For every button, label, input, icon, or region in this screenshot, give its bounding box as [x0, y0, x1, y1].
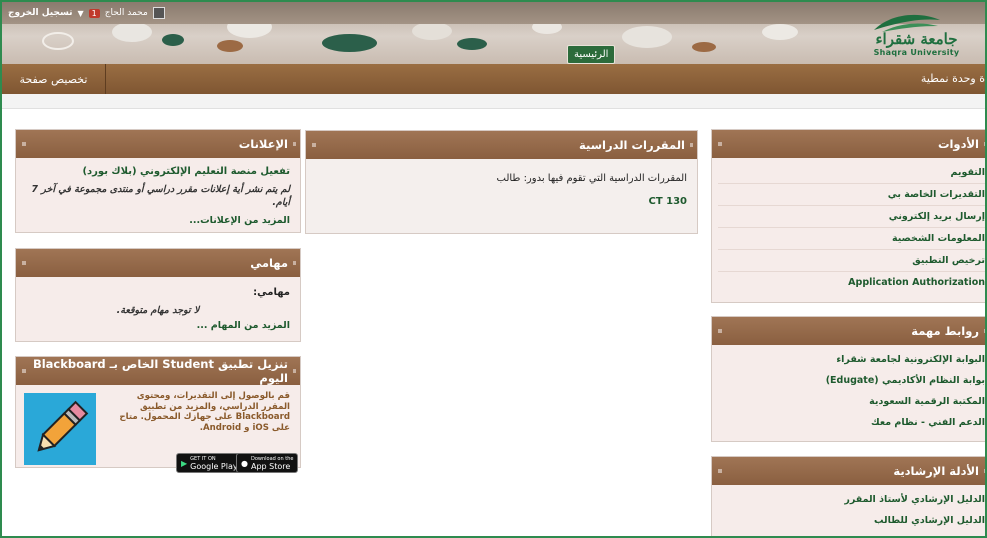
pencil-app-icon [24, 393, 96, 465]
links-item-digital-library[interactable]: المكتبة الرقمية السعودية [718, 391, 985, 412]
guides-list: الدليل الإرشادي لأستاذ المقرر الدليل الإ… [712, 485, 985, 535]
university-logo[interactable]: جامعة شقراء Shaqra University [854, 12, 979, 60]
tools-header: الأدوات [712, 130, 985, 158]
tasks-empty-text: لا توجد مهام متوقعة. [116, 305, 200, 316]
tools-title: الأدوات [937, 137, 979, 151]
announcements-empty-text: لم يتم نشر أية إعلانات مقرر دراسي أو منت… [31, 184, 290, 208]
blackboard-app-text: قم بالوصول إلى التقديرات، ومحتوى المقرر … [119, 391, 290, 433]
courses-body: المقررات الدراسية التي تقوم فيها بدور: ط… [306, 159, 697, 213]
guides-panel: الأدلة الإرشادية الدليل الإرشادي لأستاذ … [711, 456, 985, 536]
more-tasks-link[interactable]: المزيد من المهام ... [26, 320, 290, 331]
tools-item-my-grades[interactable]: التقديرات الخاصة بي [718, 184, 985, 206]
apple-icon: ● [241, 458, 248, 468]
links-panel: روابط مهمة البوابة الإلكترونية لجامعة شق… [711, 316, 985, 442]
decor-bubble [217, 40, 243, 52]
logo-english-text: Shaqra University [873, 48, 960, 57]
decor-bubble [42, 32, 74, 50]
blackboard-app-panel: تنزيل تطبيق Student الخاص بـ Blackboard … [15, 356, 301, 473]
links-list: البوابة الإلكترونية لجامعة شقراء بوابة ا… [712, 345, 985, 437]
courses-title: المقررات الدراسية [579, 138, 685, 152]
sub-strip [2, 94, 985, 109]
decor-bubble [622, 26, 672, 48]
google-play-icon: ▶ [181, 458, 188, 468]
logout-link[interactable]: تسجيل الخروج [8, 8, 73, 18]
guides-title: الأدلة الإرشادية [893, 464, 979, 478]
panel-menu-icon[interactable] [22, 142, 26, 146]
more-announcements-link[interactable]: المزيد من الإعلانات... [26, 215, 290, 226]
notification-badge[interactable]: 1 [88, 8, 100, 18]
guides-item-instructor[interactable]: الدليل الإرشادي لأستاذ المقرر [718, 489, 985, 510]
tasks-body: مهامي: لا توجد مهام متوقعة. المزيد من ال… [16, 277, 300, 337]
panel-menu-icon[interactable] [718, 142, 722, 146]
announcements-header: الإعلانات [16, 130, 300, 158]
decor-bubble [322, 34, 377, 52]
announcement-link[interactable]: تفعيل منصة التعليم الإلكتروني (بلاك بورد… [26, 166, 290, 177]
tab-home[interactable]: الرئيسية [567, 45, 616, 64]
top-user-bar: محمد الحاج 1 ▼ تسجيل الخروج [2, 2, 985, 24]
user-name[interactable]: محمد الحاج [105, 8, 148, 18]
guides-header: الأدلة الإرشادية [712, 457, 985, 485]
tools-list: التقويم التقديرات الخاصة بي إرسال بريد إ… [712, 158, 985, 297]
app-store-button[interactable]: ● Download on the App Store [236, 453, 299, 473]
tools-panel: الأدوات التقويم التقديرات الخاصة بي إرسا… [711, 129, 985, 303]
panel-menu-icon[interactable] [22, 261, 26, 265]
nav-bar: تخصيص صفحة ة وحدة نمطية [2, 64, 985, 94]
decor-bubble [457, 38, 487, 50]
panel-menu-icon[interactable] [312, 143, 316, 147]
panel-menu-icon[interactable] [22, 369, 26, 373]
decor-bubble [162, 34, 184, 46]
panel-menu-icon[interactable] [718, 329, 722, 333]
courses-panel: المقررات الدراسية المقررات الدراسية التي… [305, 130, 698, 234]
customize-page-button[interactable]: تخصيص صفحة [2, 64, 106, 94]
user-avatar[interactable] [152, 7, 165, 19]
drag-handle-icon[interactable] [690, 143, 693, 147]
drag-handle-icon[interactable] [293, 261, 296, 265]
logo-leaf-icon [874, 14, 940, 32]
tasks-label: مهامي: [253, 287, 290, 298]
tools-item-calendar[interactable]: التقويم [718, 162, 985, 184]
courses-subtitle: المقررات الدراسية التي تقوم فيها بدور: ط… [496, 173, 687, 184]
decor-bubble [762, 24, 798, 40]
tools-item-send-email[interactable]: إرسال بريد إلكتروني [718, 206, 985, 228]
chevron-down-icon[interactable]: ▼ [78, 9, 84, 18]
google-play-button[interactable]: ▶ GET IT ON Google Play [176, 453, 243, 473]
user-menu: محمد الحاج 1 ▼ تسجيل الخروج [8, 5, 165, 21]
decor-bubble [692, 42, 716, 52]
course-link[interactable]: CT 130 [316, 196, 687, 207]
tools-item-app-license[interactable]: ترخيص التطبيق [718, 250, 985, 272]
decor-bubble [412, 22, 452, 40]
header-banner: محمد الحاج 1 ▼ تسجيل الخروج جامعة شقراء … [2, 2, 985, 64]
tasks-header: مهامي [16, 249, 300, 277]
drag-handle-icon[interactable] [293, 142, 296, 146]
blackboard-app-header: تنزيل تطبيق Student الخاص بـ Blackboard … [16, 357, 300, 385]
panel-menu-icon[interactable] [718, 469, 722, 473]
app-store-text: App Store [250, 462, 291, 471]
announcements-title: الإعلانات [238, 137, 288, 151]
tools-item-app-authorization[interactable]: Application Authorization [718, 272, 985, 293]
tasks-title: مهامي [250, 256, 288, 270]
links-item-support[interactable]: الدعم الفني - نظام معك [718, 412, 985, 433]
links-item-edugate[interactable]: بوابة النظام الأكاديمي (Edugate) [718, 370, 985, 391]
tasks-panel: مهامي مهامي: لا توجد مهام متوقعة. المزيد… [15, 248, 301, 342]
app-frame: محمد الحاج 1 ▼ تسجيل الخروج جامعة شقراء … [0, 0, 987, 538]
google-play-text: Google Play [190, 462, 238, 471]
links-title: روابط مهمة [911, 324, 979, 338]
guides-item-student[interactable]: الدليل الإرشادي للطالب [718, 510, 985, 531]
drag-handle-icon[interactable] [293, 369, 296, 373]
blackboard-app-title: تنزيل تطبيق Student الخاص بـ Blackboard … [32, 357, 288, 385]
add-module-button[interactable]: ة وحدة نمطية [921, 72, 985, 85]
announcements-body: تفعيل منصة التعليم الإلكتروني (بلاك بورد… [16, 158, 300, 232]
links-item-portal[interactable]: البوابة الإلكترونية لجامعة شقراء [718, 349, 985, 370]
decor-bubble [112, 22, 152, 42]
tools-item-personal-info[interactable]: المعلومات الشخصية [718, 228, 985, 250]
blackboard-app-body: قم بالوصول إلى التقديرات، ومحتوى المقرر … [16, 385, 300, 487]
courses-header: المقررات الدراسية [306, 131, 697, 159]
announcements-panel: الإعلانات تفعيل منصة التعليم الإلكتروني … [15, 129, 301, 233]
links-header: روابط مهمة [712, 317, 985, 345]
